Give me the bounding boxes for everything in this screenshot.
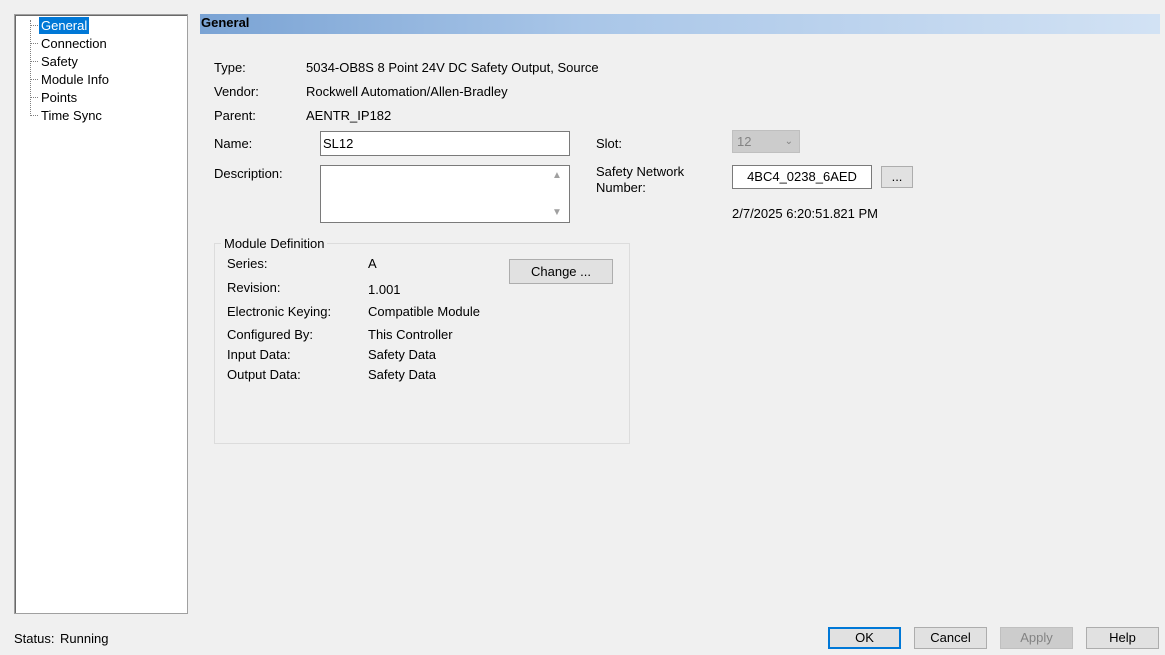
name-field[interactable]: SL12 [320,131,570,156]
scroll-up-icon[interactable]: ▲ [549,170,565,181]
tree-connector [30,79,38,80]
vendor-value: Rockwell Automation/Allen-Bradley [306,84,508,99]
tree-item-connection[interactable]: Connection [39,35,109,52]
tree-item-safety[interactable]: Safety [39,53,80,70]
slot-select[interactable]: 12 ⌄ [732,130,800,153]
tree-item-time-sync[interactable]: Time Sync [39,107,104,124]
safety-network-label-line1: Safety Network [596,164,685,179]
output-data-value: Safety Data [368,367,436,382]
tree-panel[interactable]: General Connection Safety Module Info Po… [14,14,188,614]
parent-value: AENTR_IP182 [306,108,392,123]
slot-value: 12 [737,134,752,149]
tree-connector [30,43,38,44]
parent-label: Parent: [214,108,256,123]
ok-button[interactable]: OK [828,627,901,649]
tree-connector [30,61,38,62]
section-title: General [201,15,250,30]
series-value: A [368,256,377,271]
timestamp: 2/7/2025 6:20:51.821 PM [732,206,879,221]
electronic-keying-value: Compatible Module [368,304,481,319]
apply-button[interactable]: Apply [1000,627,1073,649]
tree-connector [30,25,38,26]
section-header: General [200,14,1160,34]
tree-connector [30,115,38,116]
module-definition-title: Module Definition [221,236,328,251]
scroll-down-icon[interactable]: ▼ [549,207,565,218]
status-label: Status: [14,631,55,646]
tree-item-points[interactable]: Points [39,89,79,106]
series-label: Series: [227,256,268,271]
revision-label: Revision: [227,280,281,295]
configured-by-value: This Controller [368,327,453,342]
revision-value: 1.001 [368,282,401,297]
safety-network-number-value: 4BC4_0238_6AED [747,169,857,184]
safety-network-label-line2: Number: [596,180,646,195]
input-data-label: Input Data: [227,347,291,362]
type-value: 5034-OB8S 8 Point 24V DC Safety Output, … [306,60,599,75]
cancel-button[interactable]: Cancel [914,627,987,649]
status-value: Running [60,631,109,646]
description-label: Description: [214,166,283,181]
change-button[interactable]: Change ... [509,259,613,284]
tree-connector [30,20,31,116]
tree-item-module-info[interactable]: Module Info [39,71,111,88]
help-button[interactable]: Help [1086,627,1159,649]
input-data-value: Safety Data [368,347,436,362]
output-data-label: Output Data: [227,367,301,382]
name-value: SL12 [323,136,354,151]
safety-network-number-field[interactable]: 4BC4_0238_6AED [732,165,872,189]
slot-label: Slot: [596,136,623,151]
tree-connector [30,97,38,98]
description-field[interactable]: ▲ ▼ [320,165,570,223]
tree-item-general[interactable]: General [39,17,90,34]
type-label: Type: [214,60,246,75]
electronic-keying-label: Electronic Keying: [227,304,332,319]
configured-by-label: Configured By: [227,327,313,342]
browse-button[interactable]: ... [881,166,913,188]
chevron-down-icon: ⌄ [784,136,793,147]
name-label: Name: [214,136,253,151]
vendor-label: Vendor: [214,84,259,99]
